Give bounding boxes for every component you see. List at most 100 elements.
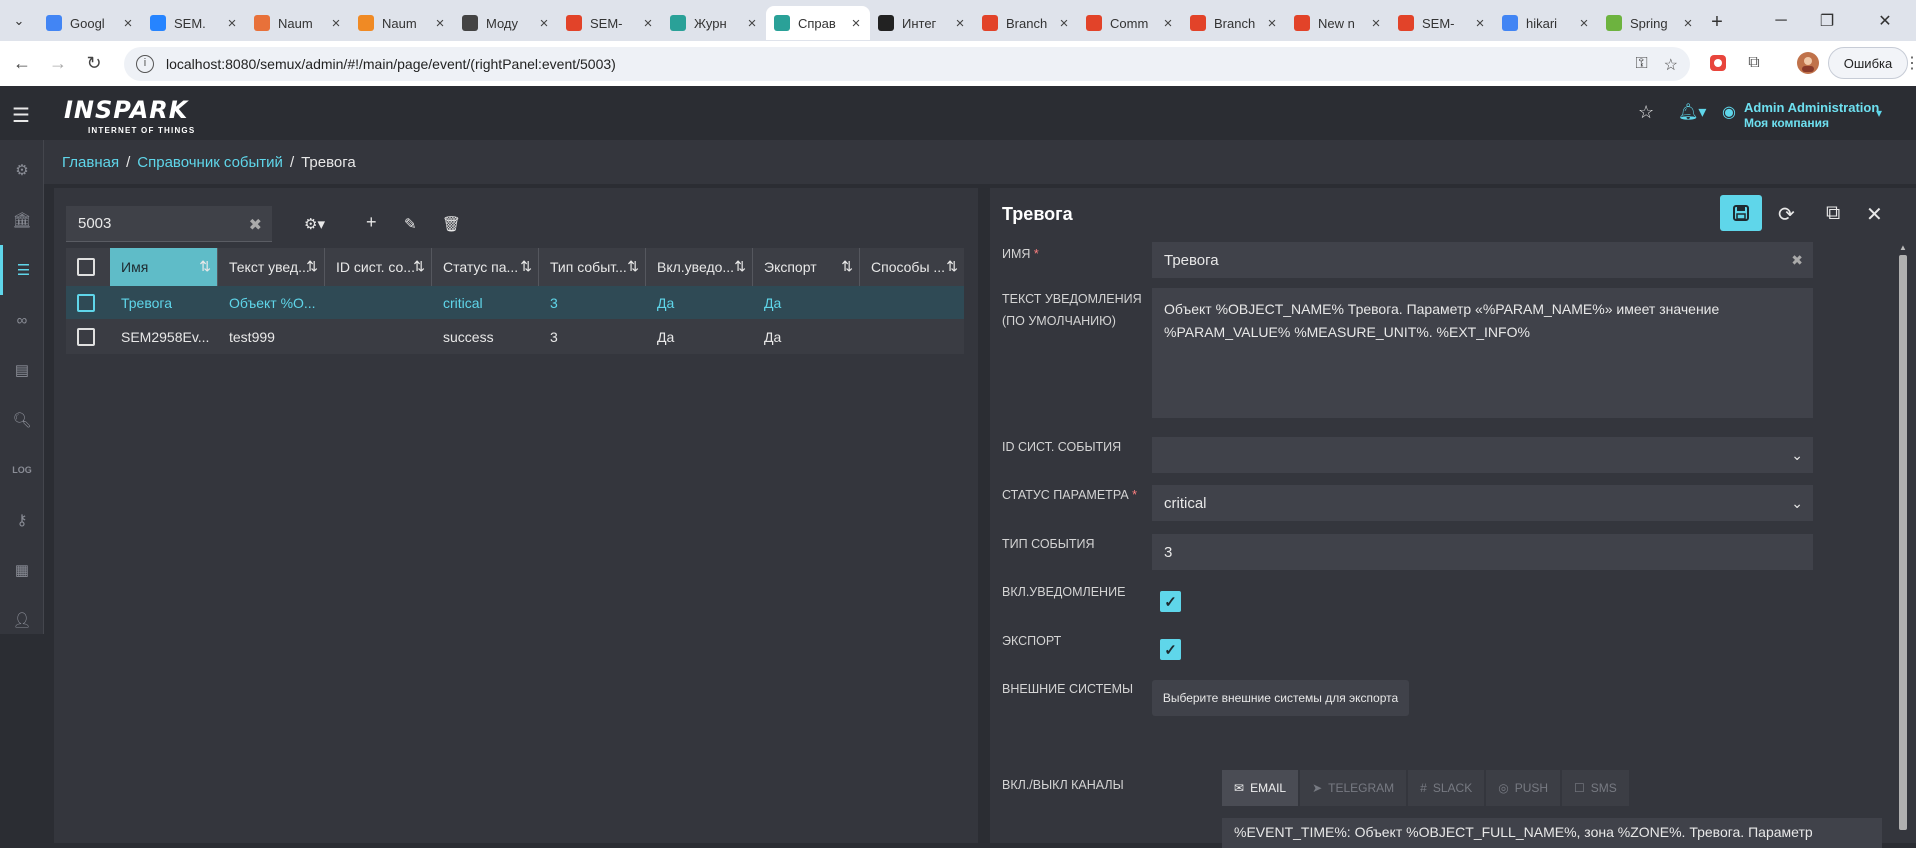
scrollbar-thumb[interactable]: [1899, 255, 1907, 830]
save-button[interactable]: [1720, 195, 1762, 231]
sidebar-item-organizations[interactable]: 🏛︎: [0, 195, 44, 245]
column-header-status[interactable]: Статус па... ⇅: [432, 248, 539, 286]
close-tab-icon[interactable]: ×: [952, 15, 968, 32]
restore-button[interactable]: ❐: [1804, 0, 1850, 41]
favorites-star-icon[interactable]: ☆: [1638, 102, 1654, 123]
user-company[interactable]: Моя компания: [1744, 116, 1829, 130]
sidebar-item-servers[interactable]: ▦: [0, 545, 44, 595]
bookmark-star-icon[interactable]: ☆: [1664, 55, 1678, 75]
back-button[interactable]: ←: [2, 43, 42, 83]
sidebar-item-search[interactable]: 🔍︎: [0, 395, 44, 445]
close-tab-icon[interactable]: ×: [848, 15, 864, 32]
browser-tab[interactable]: New n ×: [1286, 6, 1390, 40]
select-external-systems-button[interactable]: Выберите внешние системы для экспорта: [1152, 680, 1409, 716]
close-tab-icon[interactable]: ×: [1264, 15, 1280, 32]
hamburger-menu-icon[interactable]: ☰: [12, 103, 30, 128]
browser-tab[interactable]: Моду ×: [454, 6, 558, 40]
row-checkbox[interactable]: [77, 293, 95, 312]
sidebar-item-links[interactable]: ∞: [0, 295, 44, 345]
password-key-icon[interactable]: ⚿: [1635, 55, 1647, 75]
column-header-notify[interactable]: Вкл.уведо... ⇅: [646, 248, 753, 286]
browser-tab[interactable]: Naum ×: [350, 6, 454, 40]
browser-tab[interactable]: Spring ×: [1598, 6, 1702, 40]
browser-tab[interactable]: Googl ×: [38, 6, 142, 40]
select-all-checkbox[interactable]: [77, 258, 95, 276]
column-header-export[interactable]: Экспорт ⇅: [753, 248, 860, 286]
tab-sms[interactable]: ☐ SMS: [1562, 770, 1629, 806]
close-tab-icon[interactable]: ×: [640, 15, 656, 32]
close-tab-icon[interactable]: ×: [224, 15, 240, 32]
extension-record-icon[interactable]: [1704, 49, 1732, 77]
new-tab-button[interactable]: +: [1702, 11, 1732, 34]
close-window-button[interactable]: ✕: [1862, 0, 1908, 41]
browser-tab[interactable]: Справ ×: [766, 6, 870, 40]
close-tab-icon[interactable]: ×: [328, 15, 344, 32]
browser-tab[interactable]: SEM. ×: [142, 6, 246, 40]
notification-text-area[interactable]: Объект %OBJECT_NAME% Тревога. Параметр «…: [1152, 288, 1813, 418]
grid-settings-button[interactable]: ⚙▾: [304, 215, 325, 233]
tab-telegram[interactable]: ➤ TELEGRAM: [1300, 770, 1407, 806]
refresh-button[interactable]: ⟳: [1778, 202, 1795, 227]
browser-tab[interactable]: Branch ×: [974, 6, 1078, 40]
sys-id-select[interactable]: ⌄: [1152, 437, 1813, 473]
column-header-ways[interactable]: Способы ... ⇅: [860, 248, 964, 286]
close-tab-icon[interactable]: ×: [432, 15, 448, 32]
browser-tab[interactable]: Comm ×: [1078, 6, 1182, 40]
browser-tab[interactable]: Журн ×: [662, 6, 766, 40]
sidebar-item-keys[interactable]: ⚷: [0, 495, 44, 545]
status-select[interactable]: critical ⌄: [1152, 485, 1813, 521]
search-input[interactable]: 5003 ✖: [66, 206, 272, 242]
table-row[interactable]: Тревога Объект %О... critical 3 Да Да: [66, 286, 964, 320]
breadcrumb-section-link[interactable]: Справочник событий: [137, 154, 283, 171]
table-row[interactable]: SEM2958Ev... test999 success 3 Да Да: [66, 320, 964, 354]
close-tab-icon[interactable]: ×: [1160, 15, 1176, 32]
delete-button[interactable]: 🗑︎: [442, 215, 461, 233]
sidebar-item-events[interactable]: ☰: [0, 245, 44, 295]
close-tab-icon[interactable]: ×: [1472, 15, 1488, 32]
scroll-up-icon[interactable]: ▲: [1898, 243, 1908, 253]
browser-tab[interactable]: SEM- ×: [558, 6, 662, 40]
export-checkbox[interactable]: ✓: [1160, 639, 1181, 660]
close-tab-icon[interactable]: ×: [744, 15, 760, 32]
close-tab-icon[interactable]: ×: [1056, 15, 1072, 32]
sidebar-item-users[interactable]: 👤︎: [0, 595, 44, 645]
browser-tab[interactable]: Naum ×: [246, 6, 350, 40]
email-template-field[interactable]: %EVENT_TIME%: Объект %OBJECT_FULL_NAME%,…: [1222, 818, 1882, 848]
browser-menu-icon[interactable]: ⋮: [1904, 53, 1916, 73]
name-field[interactable]: Тревога ✖: [1152, 242, 1813, 278]
site-info-icon[interactable]: i: [136, 55, 154, 73]
sidebar-item-settings[interactable]: ⚙: [0, 145, 44, 195]
row-checkbox[interactable]: [77, 327, 95, 346]
browser-tab[interactable]: Branch ×: [1182, 6, 1286, 40]
user-name[interactable]: Admin Administration: [1744, 100, 1879, 115]
sidebar-item-journal[interactable]: ▤: [0, 345, 44, 395]
browser-tab[interactable]: SEM- ×: [1390, 6, 1494, 40]
close-tab-icon[interactable]: ×: [120, 15, 136, 32]
notify-checkbox[interactable]: ✓: [1160, 591, 1181, 612]
profile-avatar[interactable]: [1794, 49, 1822, 77]
close-tab-icon[interactable]: ×: [1680, 15, 1696, 32]
close-panel-button[interactable]: ✕: [1866, 202, 1883, 227]
copy-button[interactable]: ⧉: [1826, 202, 1840, 225]
tab-email[interactable]: ✉ EMAIL: [1222, 770, 1299, 806]
clear-search-icon[interactable]: ✖: [249, 215, 262, 235]
clear-name-icon[interactable]: ✖: [1791, 252, 1803, 269]
detail-scrollbar[interactable]: ▲: [1898, 243, 1908, 843]
close-tab-icon[interactable]: ×: [536, 15, 552, 32]
minimize-button[interactable]: ─: [1758, 0, 1804, 41]
user-menu-chevron-icon[interactable]: ▾: [1876, 106, 1882, 120]
tab-search-chevron-icon[interactable]: ⌄: [0, 0, 38, 41]
reload-button[interactable]: ↻: [74, 43, 114, 83]
sidebar-item-log[interactable]: LOG: [0, 445, 44, 495]
extensions-puzzle-icon[interactable]: ⧉: [1740, 49, 1768, 77]
notifications-bell-icon[interactable]: 🔔︎▾: [1678, 102, 1706, 122]
tab-slack[interactable]: # SLACK: [1408, 770, 1485, 806]
column-header-name[interactable]: Имя ⇅: [110, 248, 218, 286]
tab-push[interactable]: ◎ PUSH: [1486, 770, 1561, 806]
url-input[interactable]: i localhost:8080/semux/admin/#!/main/pag…: [124, 47, 1690, 81]
column-header-sys-id[interactable]: ID сист. со... ⇅: [325, 248, 432, 286]
edit-button[interactable]: ✎: [404, 215, 417, 233]
column-header-text[interactable]: Текст увед... ⇅: [218, 248, 325, 286]
type-field[interactable]: 3: [1152, 534, 1813, 570]
close-tab-icon[interactable]: ×: [1576, 15, 1592, 32]
